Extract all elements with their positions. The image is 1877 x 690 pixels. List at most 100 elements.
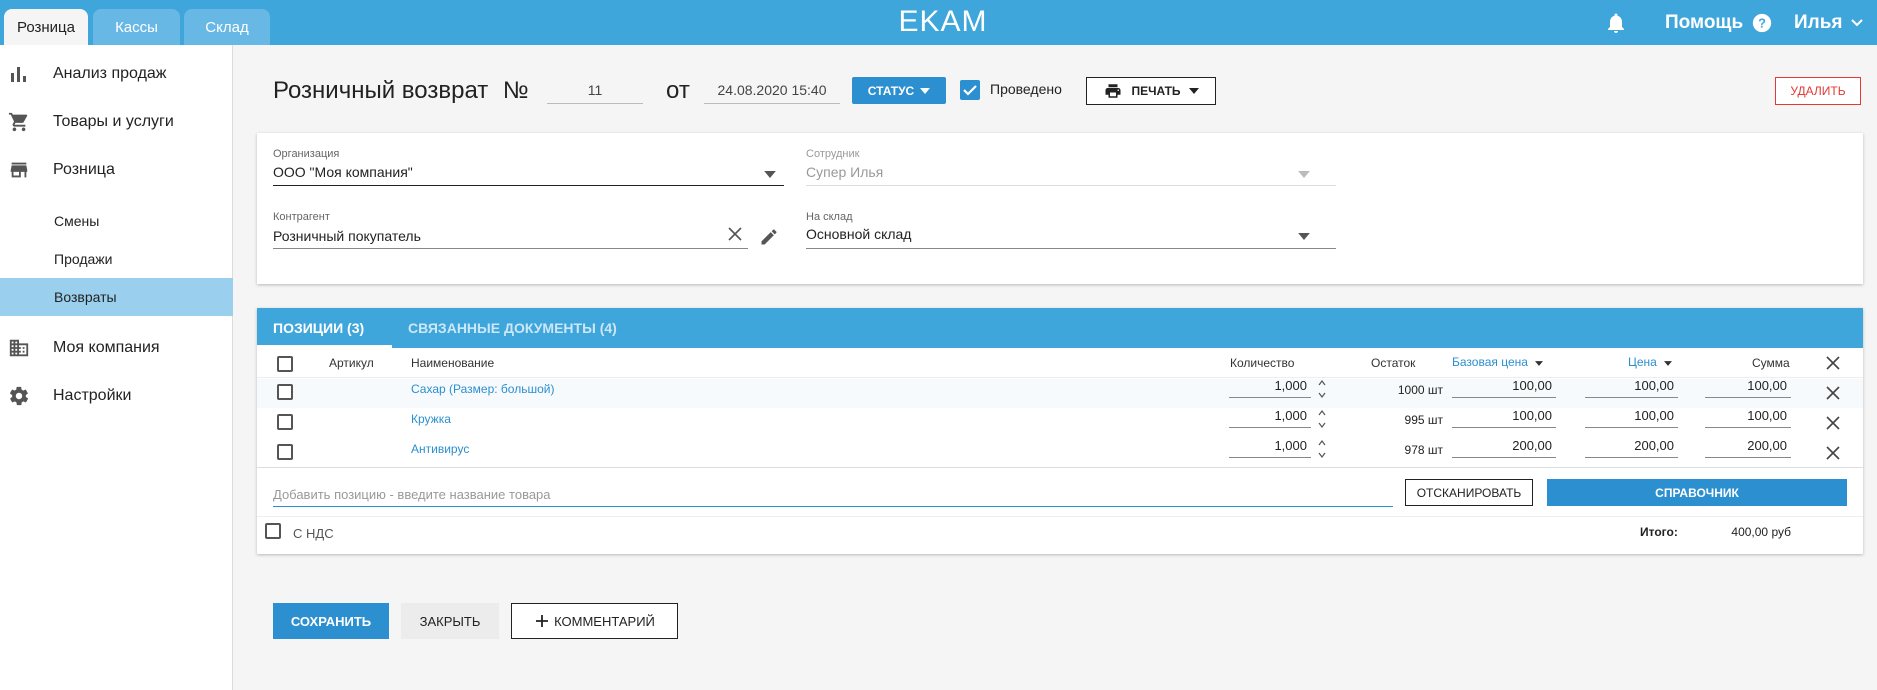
notifications-button[interactable] xyxy=(1604,0,1628,45)
organization-value: ООО "Моя компания" xyxy=(273,164,413,180)
price-input[interactable]: 100,00 xyxy=(1585,404,1678,428)
sidebar-subitem-shifts[interactable]: Смены xyxy=(0,202,233,240)
help-label: Помощь xyxy=(1665,11,1744,33)
user-menu[interactable]: Илья xyxy=(1794,0,1865,45)
row-checkbox[interactable] xyxy=(277,384,293,400)
price-input[interactable]: 100,00 xyxy=(1585,374,1678,398)
user-name: Илья xyxy=(1794,11,1843,33)
sidebar-subitem-label: Смены xyxy=(54,213,100,229)
stock-value: 1000 шт xyxy=(1397,383,1443,397)
employee-label: Сотрудник xyxy=(806,148,860,160)
position-name-link[interactable]: Сахар (Размер: большой) xyxy=(411,382,554,396)
stock-value: 978 шт xyxy=(1404,443,1443,457)
add-position-input[interactable]: Добавить позицию - введите название това… xyxy=(273,482,1393,507)
delete-position-button[interactable] xyxy=(1825,415,1841,431)
page-title-text: Розничный возврат xyxy=(273,77,489,104)
sidebar-subitem-label: Возвраты xyxy=(54,289,117,305)
delete-all-positions-button[interactable] xyxy=(1825,355,1841,371)
sum-input[interactable]: 100,00 xyxy=(1705,374,1791,398)
tab-retail[interactable]: Розница xyxy=(4,9,88,45)
position-name-link[interactable]: Антивирус xyxy=(411,442,469,456)
sidebar-subitem-returns[interactable]: Возвраты xyxy=(0,278,233,316)
sidebar-item-label: Розница xyxy=(53,161,115,178)
sum-input[interactable]: 100,00 xyxy=(1705,404,1791,428)
delete-position-button[interactable] xyxy=(1825,445,1841,461)
save-button[interactable]: СОХРАНИТЬ xyxy=(273,603,389,639)
organization-dropdown[interactable] xyxy=(764,166,780,182)
caret-down-icon xyxy=(1664,361,1673,366)
help-circle-icon: ? xyxy=(1752,13,1772,32)
warehouse-value: Основной склад xyxy=(806,226,912,242)
column-price[interactable]: Цена xyxy=(1628,355,1673,369)
add-position-placeholder: Добавить позицию - введите название това… xyxy=(273,486,551,502)
checkmark-icon xyxy=(963,85,977,96)
warehouse-dropdown[interactable] xyxy=(1298,228,1314,244)
caret-down-icon xyxy=(920,87,931,94)
svg-text:?: ? xyxy=(1758,15,1766,30)
base-price-input[interactable]: 100,00 xyxy=(1452,374,1556,398)
gear-icon xyxy=(9,386,29,406)
caret-down-icon xyxy=(1188,88,1199,94)
store-icon xyxy=(10,162,28,178)
status-button[interactable]: СТАТУС xyxy=(852,77,946,104)
scan-button[interactable]: ОТСКАНИРОВАТЬ xyxy=(1405,479,1533,506)
tab-related-documents[interactable]: СВЯЗАННЫЕ ДОКУМЕНТЫ (4) xyxy=(408,308,617,348)
delete-button[interactable]: УДАЛИТЬ xyxy=(1775,77,1861,105)
help-button[interactable]: Помощь ? xyxy=(1665,0,1773,45)
vat-checkbox[interactable] xyxy=(265,523,281,539)
document-date-input[interactable]: 24.08.2020 15:40 xyxy=(704,76,840,104)
quantity-input[interactable]: 1,000 xyxy=(1229,404,1311,428)
tab-warehouse[interactable]: Склад xyxy=(184,9,270,45)
add-comment-button[interactable]: КОММЕНТАРИЙ xyxy=(511,603,678,639)
column-name: Наименование xyxy=(411,356,495,370)
tab-positions[interactable]: ПОЗИЦИИ (3) xyxy=(273,308,364,348)
row-checkbox[interactable] xyxy=(277,414,293,430)
sidebar-item-my-company[interactable]: Моя компания xyxy=(0,333,233,363)
pencil-icon xyxy=(761,229,777,245)
sidebar-item-goods-services[interactable]: Товары и услуги xyxy=(0,107,233,137)
delete-position-button[interactable] xyxy=(1825,385,1841,401)
close-button[interactable]: ЗАКРЫТЬ xyxy=(401,603,499,639)
sidebar-item-sales-analysis[interactable]: Анализ продаж xyxy=(0,59,233,89)
print-button[interactable]: ПЕЧАТЬ xyxy=(1086,77,1216,105)
cart-icon xyxy=(8,112,28,132)
column-base-price-label: Базовая цена xyxy=(1452,355,1528,369)
sum-input[interactable]: 200,00 xyxy=(1705,434,1791,458)
caret-down-icon xyxy=(1298,233,1310,240)
sidebar: Анализ продаж Товары и услуги Розница См… xyxy=(0,45,233,690)
edit-counterparty-button[interactable] xyxy=(759,227,779,247)
bell-icon xyxy=(1608,13,1624,33)
sidebar-item-retail[interactable]: Розница xyxy=(0,155,233,185)
catalog-button[interactable]: СПРАВОЧНИК xyxy=(1547,479,1847,506)
employee-value: Супер Илья xyxy=(806,164,884,180)
price-input[interactable]: 200,00 xyxy=(1585,434,1678,458)
column-stock: Остаток xyxy=(1371,356,1416,370)
close-icon xyxy=(1826,386,1840,400)
warehouse-label: На склад xyxy=(806,211,853,223)
document-number-input[interactable]: 11 xyxy=(547,76,643,104)
counterparty-value[interactable]: Розничный покупатель xyxy=(273,228,421,244)
tab-cash-registers[interactable]: Кассы xyxy=(93,9,180,45)
sidebar-subitem-sales[interactable]: Продажи xyxy=(0,240,233,278)
clear-counterparty-button[interactable] xyxy=(727,226,743,242)
from-label: от xyxy=(666,77,690,104)
sidebar-item-label: Товары и услуги xyxy=(53,113,174,130)
posted-checkbox[interactable] xyxy=(960,80,980,100)
column-price-label: Цена xyxy=(1628,355,1657,369)
quantity-input[interactable]: 1,000 xyxy=(1229,374,1311,398)
position-name-link[interactable]: Кружка xyxy=(411,412,451,426)
row-checkbox[interactable] xyxy=(277,444,293,460)
ekam-logo[interactable]: EKAM xyxy=(890,5,996,38)
base-price-input[interactable]: 100,00 xyxy=(1452,404,1556,428)
building-icon xyxy=(9,339,29,357)
sidebar-item-settings[interactable]: Настройки xyxy=(0,381,233,411)
caret-down-icon xyxy=(1535,361,1544,366)
caret-down-icon xyxy=(764,171,776,178)
column-sum: Сумма xyxy=(1752,356,1790,370)
base-price-input[interactable]: 200,00 xyxy=(1452,434,1556,458)
comment-label: КОММЕНТАРИЙ xyxy=(554,613,655,629)
quantity-input[interactable]: 1,000 xyxy=(1229,434,1311,458)
sidebar-subitem-label: Продажи xyxy=(54,251,113,267)
select-all-checkbox[interactable] xyxy=(277,356,293,372)
column-base-price[interactable]: Базовая цена xyxy=(1452,355,1544,369)
